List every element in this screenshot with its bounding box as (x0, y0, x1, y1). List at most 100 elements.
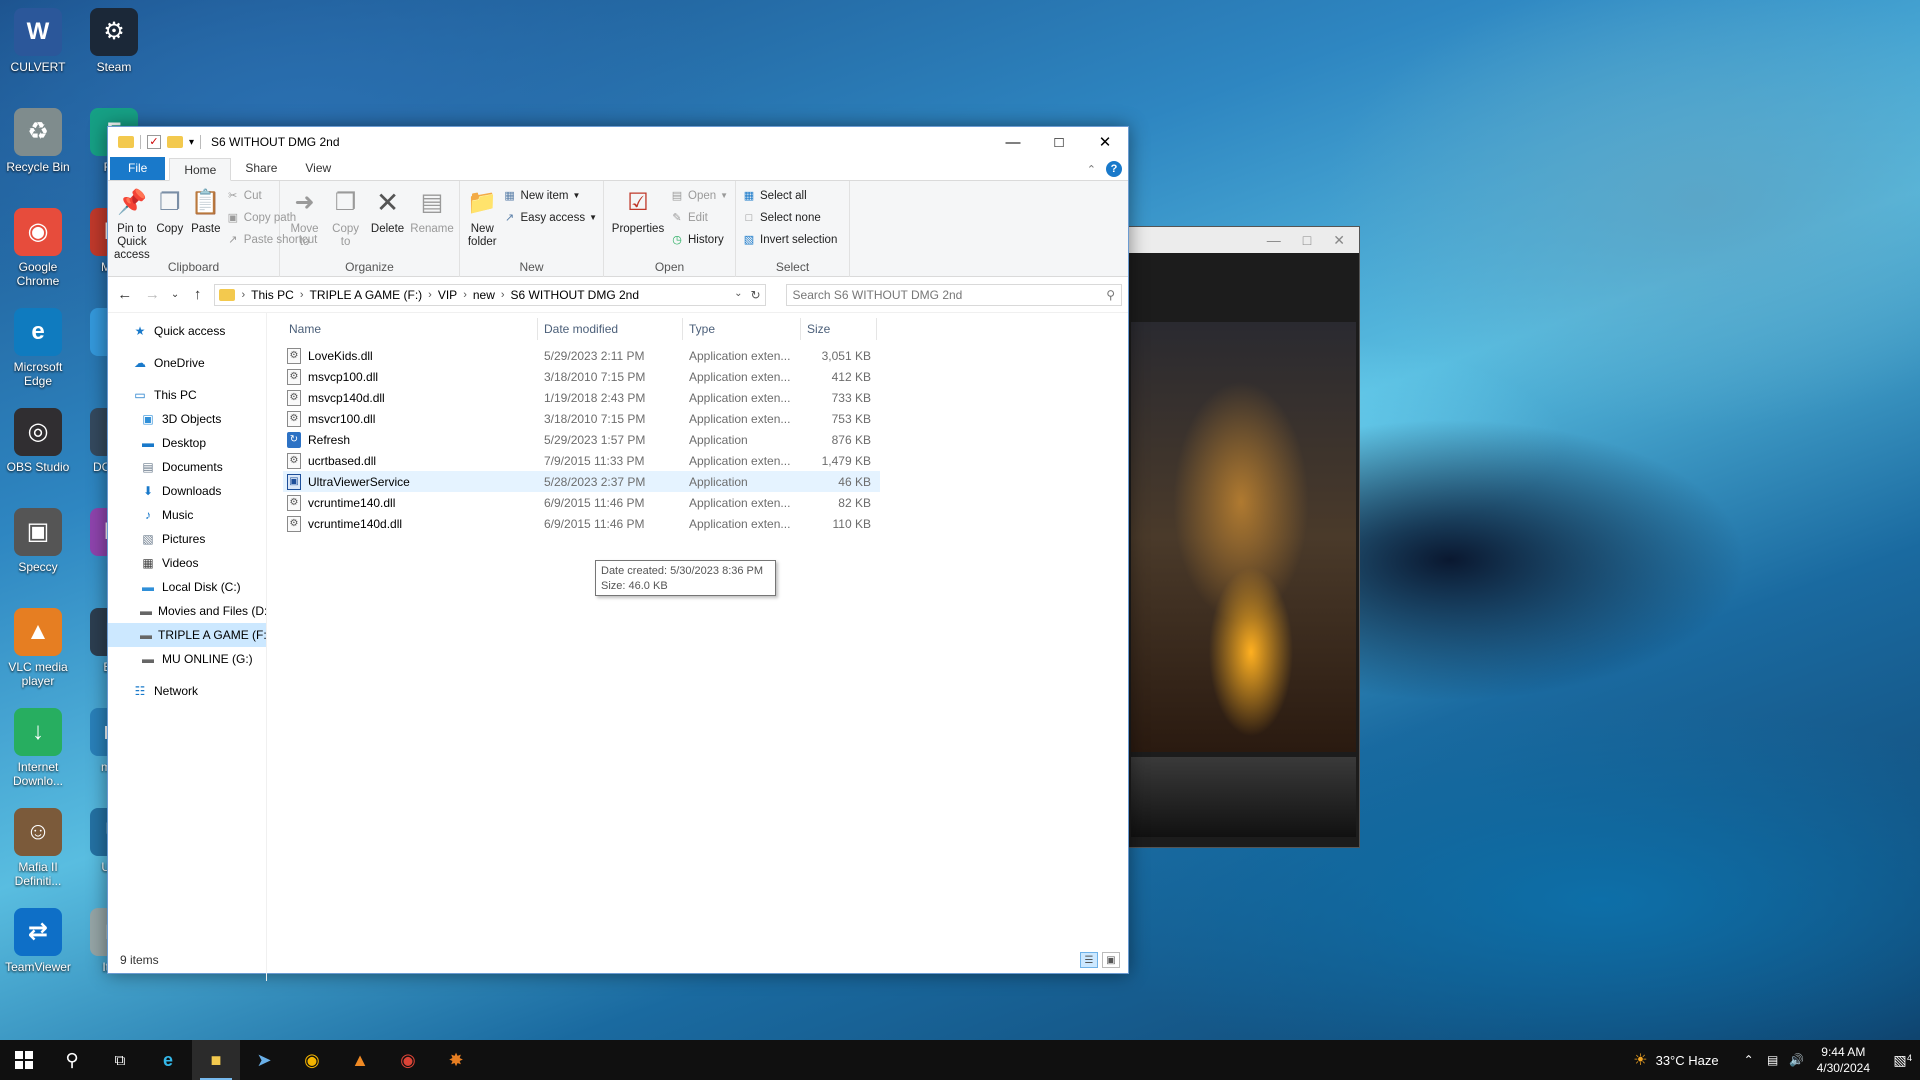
tab-view[interactable]: View (291, 157, 345, 180)
start-button[interactable] (0, 1040, 48, 1080)
desktop-icon[interactable]: ⚙ Steam (76, 8, 152, 74)
file-row[interactable]: ↻ Refresh 5/29/2023 1:57 PM Application 876 … (283, 429, 880, 450)
nav-item[interactable]: ★ Quick access (108, 319, 266, 343)
nav-item[interactable]: ▬ MU ONLINE (G:) (108, 647, 266, 671)
game-launcher-window[interactable]: — □ ✕ (1125, 226, 1360, 848)
nav-item[interactable]: ▤ Documents (108, 455, 266, 479)
taskbar-chrome-2[interactable]: ◉ (384, 1040, 432, 1080)
breadcrumb-item[interactable]: TRIPLE A GAME (F:) (309, 288, 422, 302)
customize-toolbar-icon[interactable]: ▾ (189, 137, 194, 148)
nav-item[interactable]: ☷ Network (108, 679, 266, 703)
nav-item[interactable]: ⬇ Downloads (108, 479, 266, 503)
history-button[interactable]: ◷ History (670, 231, 728, 248)
game-window-titlebar[interactable]: — □ ✕ (1126, 227, 1359, 253)
invert-selection-button[interactable]: ▧ Invert selection (742, 231, 838, 248)
file-row[interactable]: ⚙ ucrtbased.dll 7/9/2015 11:33 PM Applicati… (283, 450, 880, 471)
nav-item[interactable]: ▬ Local Disk (C:) (108, 575, 266, 599)
breadcrumb-chevron-icon[interactable]: › (241, 289, 245, 301)
nav-item[interactable]: ♪ Music (108, 503, 266, 527)
breadcrumb-chevron-icon[interactable]: › (428, 289, 432, 301)
nav-item[interactable]: ▣ 3D Objects (108, 407, 266, 431)
taskbar-file-explorer[interactable]: ■ (192, 1040, 240, 1080)
file-row[interactable]: ▣ UltraViewerService 5/28/2023 2:37 PM Appl… (283, 471, 880, 492)
show-hidden-icons-chevron-icon[interactable]: ⌃ (1737, 1053, 1761, 1067)
breadcrumb-item[interactable]: This PC (251, 288, 294, 302)
refresh-icon[interactable]: ↻ (750, 288, 760, 302)
weather-widget[interactable]: ☀ 33°C Haze (1633, 1050, 1718, 1070)
nav-item[interactable]: ▦ Videos (108, 551, 266, 575)
easy-access-button[interactable]: ↗ Easy access ▼ (503, 209, 597, 226)
search-button[interactable]: ⚲ (48, 1040, 96, 1080)
desktop-icon[interactable]: ☺ Mafia II Definiti... (0, 808, 76, 888)
file-row[interactable]: ⚙ vcruntime140.dll 6/9/2015 11:46 PM Applic… (283, 492, 880, 513)
tab-file[interactable]: File (110, 157, 166, 180)
breadcrumb-chevron-icon[interactable]: › (501, 289, 505, 301)
file-row[interactable]: ⚙ LoveKids.dll 5/29/2023 2:11 PM Applicatio… (283, 345, 880, 366)
clock[interactable]: 9:44 AM 4/30/2024 (1817, 1044, 1870, 1076)
column-type[interactable]: Type (683, 318, 801, 340)
column-date-modified[interactable]: Date modified (538, 318, 683, 340)
file-row[interactable]: ⚙ msvcp140d.dll 1/19/2018 2:43 PM Applicati… (283, 387, 880, 408)
minimize-button[interactable]: — (990, 127, 1036, 157)
desktop-icon[interactable]: ♻ Recycle Bin (0, 108, 76, 174)
search-box[interactable]: Search S6 WITHOUT DMG 2nd ⚲ (785, 283, 1122, 306)
taskbar-game[interactable]: ✸ (432, 1040, 480, 1080)
taskbar-vlc[interactable]: ▲ (336, 1040, 384, 1080)
close-icon[interactable]: ✕ (1333, 232, 1345, 249)
tab-share[interactable]: Share (231, 157, 291, 180)
title-bar[interactable]: ✓ ▾ S6 WITHOUT DMG 2nd — □ ✕ (108, 127, 1128, 157)
search-input[interactable]: Search S6 WITHOUT DMG 2nd (793, 288, 1107, 302)
breadcrumb-item[interactable]: S6 WITHOUT DMG 2nd (511, 288, 639, 302)
maximize-icon[interactable]: □ (1303, 232, 1311, 248)
breadcrumb-item[interactable]: VIP (438, 288, 457, 302)
edit-button[interactable]: ✎ Edit (670, 209, 728, 226)
maximize-button[interactable]: □ (1036, 127, 1082, 157)
nav-item[interactable]: ▬ Movies and Files (D: (108, 599, 266, 623)
new-folder-icon[interactable] (167, 136, 183, 148)
breadcrumb-chevron-icon[interactable]: › (463, 289, 467, 301)
file-row[interactable]: ⚙ msvcp100.dll 3/18/2010 7:15 PM Applicatio… (283, 366, 880, 387)
up-arrow-icon[interactable]: ↑ (187, 286, 209, 303)
desktop-icon[interactable]: ▲ VLC media player (0, 608, 76, 688)
desktop-icon[interactable]: ↓ Internet Downlo... (0, 708, 76, 788)
folder-icon[interactable] (118, 136, 134, 148)
desktop-icon[interactable]: ◎ OBS Studio (0, 408, 76, 474)
task-view-button[interactable]: ⧉ (96, 1040, 144, 1080)
collapse-ribbon-icon[interactable]: ⌃ (1087, 163, 1096, 176)
file-row[interactable]: ⚙ vcruntime140d.dll 6/9/2015 11:46 PM Appli… (283, 513, 880, 534)
column-name[interactable]: Name (283, 318, 538, 340)
breadcrumb-chevron-icon[interactable]: › (300, 289, 304, 301)
nav-item[interactable]: ▬ Desktop (108, 431, 266, 455)
tab-home[interactable]: Home (169, 158, 232, 181)
nav-item[interactable]: ▧ Pictures (108, 527, 266, 551)
taskbar-edge[interactable]: e (144, 1040, 192, 1080)
nav-item[interactable]: ▭ This PC (108, 383, 266, 407)
address-bar[interactable]: › This PC › TRIPLE A GAME (F:) › VIP › new › S6 W… (214, 283, 766, 306)
desktop-icon[interactable]: ⇄ TeamViewer (0, 908, 76, 974)
nav-item[interactable]: ▬ TRIPLE A GAME (F:) (108, 623, 266, 647)
desktop-icon[interactable]: ▣ Speccy (0, 508, 76, 574)
address-dropdown-icon[interactable]: ⌄ (734, 288, 742, 302)
details-view-icon[interactable]: ☰ (1080, 952, 1098, 968)
taskbar-app-paper[interactable]: ➤ (240, 1040, 288, 1080)
column-size[interactable]: Size (801, 318, 877, 340)
desktop-icon[interactable]: ◉ Google Chrome (0, 208, 76, 288)
select-all-button[interactable]: ▦ Select all (742, 187, 837, 204)
network-icon[interactable]: ▤ (1761, 1053, 1785, 1067)
open-button[interactable]: ▤ Open ▼ (670, 187, 728, 204)
back-arrow-icon[interactable]: ← (114, 286, 136, 303)
properties-check-icon[interactable]: ✓ (147, 135, 161, 149)
desktop-icon[interactable]: W CULVERT (0, 8, 76, 74)
notification-center-button[interactable]: ▧ 4 (1880, 1052, 1920, 1069)
new-item-button[interactable]: ▦ New item ▼ (503, 187, 597, 204)
nav-item[interactable]: ☁ OneDrive (108, 351, 266, 375)
file-row[interactable]: ⚙ msvcr100.dll 3/18/2010 7:15 PM Applicatio… (283, 408, 880, 429)
close-button[interactable]: ✕ (1082, 127, 1128, 157)
select-none-button[interactable]: □ Select none (742, 209, 837, 226)
recent-locations-chevron-icon[interactable]: ⌄ (169, 289, 181, 300)
help-icon[interactable]: ? (1106, 161, 1122, 177)
breadcrumb-item[interactable]: new (473, 288, 495, 302)
taskbar-chrome[interactable]: ◉ (288, 1040, 336, 1080)
minimize-icon[interactable]: — (1267, 232, 1281, 248)
forward-arrow-icon[interactable]: → (142, 286, 164, 303)
